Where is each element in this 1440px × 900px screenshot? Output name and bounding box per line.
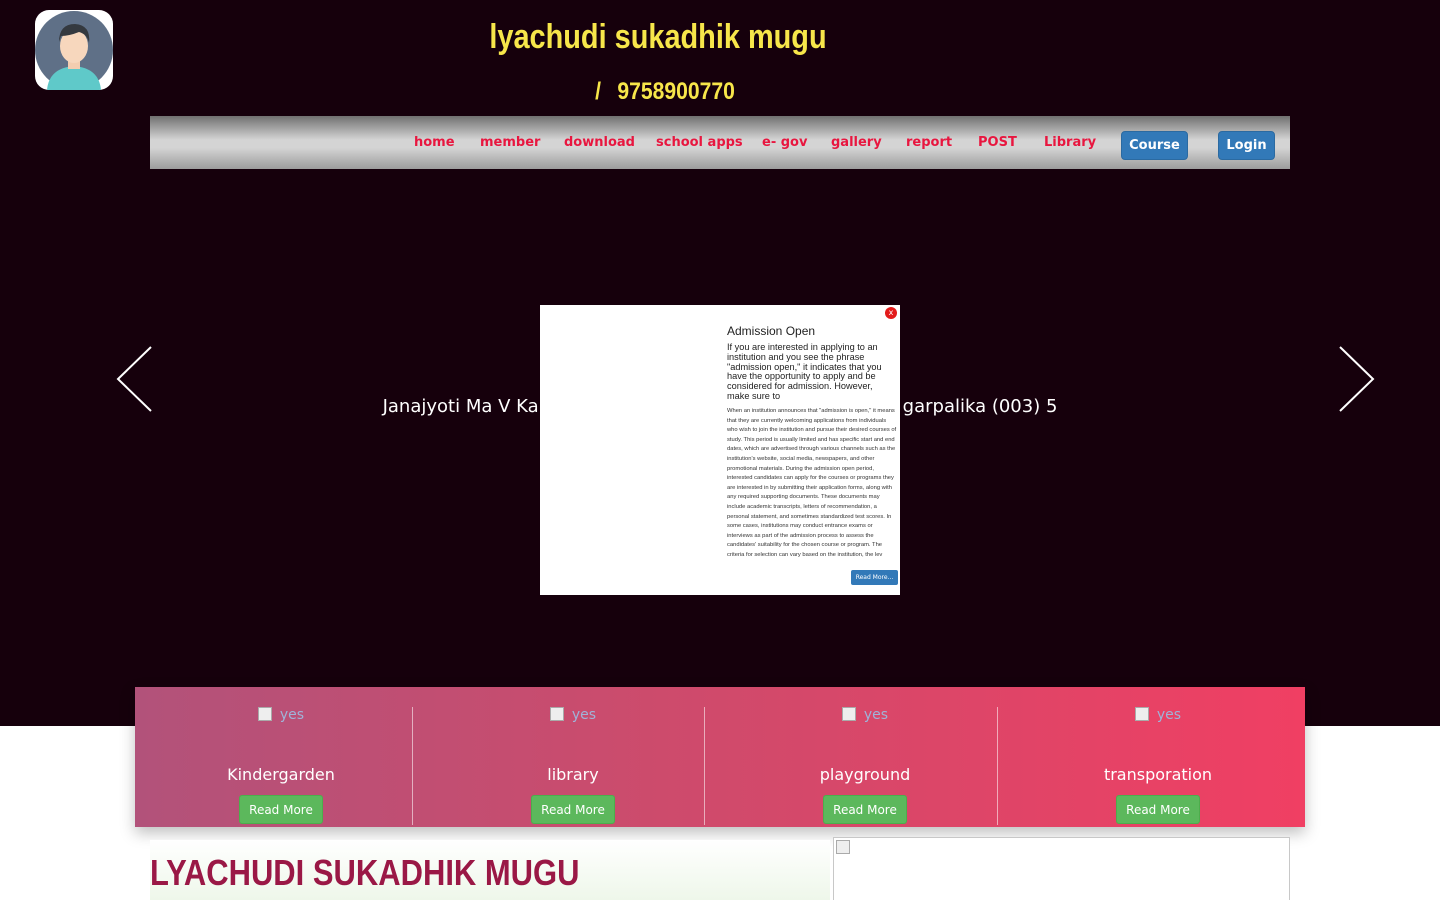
broken-image-icon bbox=[836, 840, 850, 854]
feature-image: yes bbox=[1012, 707, 1304, 723]
slider-caption-left: Janajyoti Ma V Ka bbox=[382, 396, 539, 417]
features-strip: yes Kindergarden Read More yes library R… bbox=[135, 687, 1305, 827]
feature-divider bbox=[997, 707, 998, 825]
popup-lead-text: If you are interested in applying to an … bbox=[727, 342, 882, 401]
feature-title: library bbox=[547, 765, 599, 784]
nav-post[interactable]: POST bbox=[978, 135, 1017, 150]
popup-read-more-button[interactable]: Read More... bbox=[851, 570, 898, 585]
about-image bbox=[833, 837, 1290, 900]
feature-image-alt: yes bbox=[1156, 707, 1182, 723]
feature-title: transporation bbox=[1103, 765, 1213, 784]
read-more-button[interactable]: Read More bbox=[531, 795, 615, 824]
feature-kindergarden: yes Kindergarden Read More bbox=[135, 687, 427, 827]
feature-image: yes bbox=[135, 707, 427, 723]
slider-next-button[interactable] bbox=[1336, 345, 1376, 415]
feature-transporation: yes transporation Read More bbox=[1012, 687, 1304, 827]
slider-prev-button[interactable] bbox=[115, 345, 155, 415]
feature-image: yes bbox=[719, 707, 1011, 723]
broken-image-icon bbox=[1134, 707, 1149, 721]
main-navbar: home member download school apps e- gov … bbox=[150, 116, 1290, 169]
feature-image-alt: yes bbox=[279, 707, 305, 723]
popup-body-text: When an institution announces that "admi… bbox=[727, 408, 897, 558]
nav-download[interactable]: download bbox=[564, 135, 635, 150]
feature-image-alt: yes bbox=[863, 707, 889, 723]
broken-image-icon bbox=[841, 707, 856, 721]
nav-report[interactable]: report bbox=[906, 135, 952, 150]
read-more-button[interactable]: Read More bbox=[239, 795, 323, 824]
nav-e-gov[interactable]: e- gov bbox=[762, 135, 807, 150]
nav-home[interactable]: home bbox=[414, 135, 455, 150]
feature-image-alt: yes bbox=[571, 707, 597, 723]
feature-image: yes bbox=[427, 707, 719, 723]
nav-library[interactable]: Library bbox=[1044, 135, 1096, 150]
popup-close-button[interactable]: x bbox=[885, 307, 897, 319]
broken-image-icon bbox=[549, 707, 564, 721]
feature-library: yes library Read More bbox=[427, 687, 719, 827]
site-phone: / 9758900770 bbox=[595, 78, 735, 105]
popup-title: Admission Open bbox=[727, 324, 816, 338]
chevron-right-icon bbox=[1339, 346, 1375, 412]
feature-divider bbox=[412, 707, 413, 825]
about-title: LYACHUDI SUKADHIK MUGU bbox=[150, 852, 580, 893]
course-button[interactable]: Course bbox=[1121, 131, 1188, 160]
feature-divider bbox=[704, 707, 705, 825]
slider-caption-right: garpalika (003) 5 bbox=[902, 396, 1058, 417]
broken-image-icon bbox=[257, 707, 272, 721]
read-more-button[interactable]: Read More bbox=[1116, 795, 1200, 824]
site-title: lyachudi sukadhik mugu bbox=[489, 18, 827, 56]
nav-school-apps[interactable]: school apps bbox=[656, 135, 743, 150]
feature-title: Kindergarden bbox=[227, 765, 335, 784]
login-button[interactable]: Login bbox=[1218, 131, 1275, 160]
nav-member[interactable]: member bbox=[480, 135, 540, 150]
feature-title: playground bbox=[819, 765, 911, 784]
read-more-button[interactable]: Read More bbox=[823, 795, 907, 824]
feature-playground: yes playground Read More bbox=[719, 687, 1011, 827]
chevron-left-icon bbox=[116, 346, 152, 412]
nav-gallery[interactable]: gallery bbox=[831, 135, 882, 150]
